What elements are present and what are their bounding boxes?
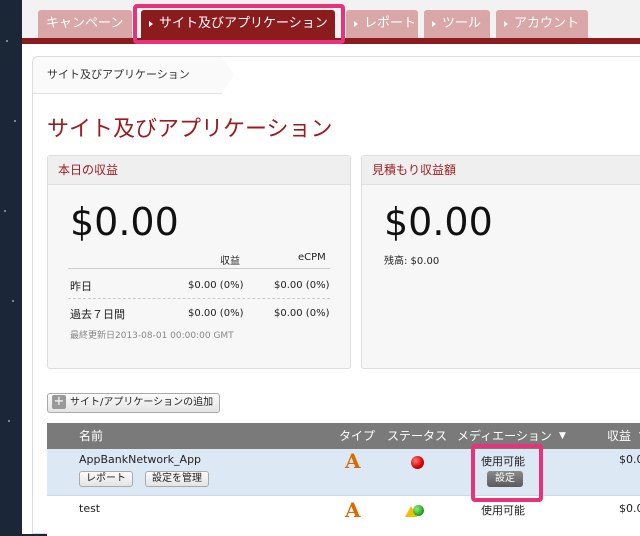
estimated-revenue-panel: 見積もり収益額 $0.00 残高: $0.00 <box>361 155 640 369</box>
row-revenue: $0.0 <box>619 502 640 515</box>
last-updated: 最終更新日2013-08-01 00:00:00 GMT <box>70 331 234 341</box>
today-revenue-panel: 本日の収益 $0.00 収益 eCPM 昨日 $0.00 (0%) $0.00 … <box>47 155 351 369</box>
tab-campaigns[interactable]: キャンペーン <box>38 10 132 38</box>
today-amount: $0.00 <box>70 200 179 244</box>
manage-settings-button[interactable]: 設定を管理 <box>145 471 209 487</box>
main-content: サイト及びアプリケーション サイト及びアプリケーション 本日の収益 $0.00 … <box>32 56 640 536</box>
last7-revenue: $0.00 (0%) <box>188 308 244 319</box>
yesterday-revenue: $0.00 (0%) <box>188 280 244 291</box>
yesterday-ecpm: $0.00 (0%) <box>274 280 330 291</box>
breadcrumb[interactable]: サイト及びアプリケーション <box>33 57 234 94</box>
tab-label: アカウント <box>514 16 580 31</box>
add-site-app-button[interactable]: + サイト/アプリケーションの追加 <box>47 393 221 413</box>
row-revenue: $0.0 <box>619 453 640 466</box>
app-type-icon: A <box>345 449 361 473</box>
tab-label: ツール <box>442 16 482 31</box>
triangle-right-icon <box>504 20 508 27</box>
table-row: test A 使用可能 $0.0 <box>47 496 640 536</box>
col-revenue[interactable]: 収益 <box>607 423 631 449</box>
tab-label: キャンペーン <box>46 16 124 31</box>
report-button[interactable]: レポート <box>79 471 133 487</box>
plus-icon: + <box>52 394 66 409</box>
triangle-right-icon <box>354 20 358 27</box>
mediation-status: 使用可能 <box>481 504 525 517</box>
panel-title: 本日の収益 <box>48 156 350 185</box>
table-header: 名前 タイプ ステータス メディエーション ▼ 収益 ▼ <box>47 423 640 449</box>
site-name[interactable]: test <box>79 502 100 515</box>
highlight-tab-sites-apps <box>133 4 345 44</box>
chevron-down-icon: ▼ <box>559 431 566 441</box>
status-green-icon <box>413 505 424 516</box>
last7-ecpm: $0.00 (0%) <box>274 308 330 319</box>
highlight-mediation <box>471 444 543 502</box>
status-red-icon <box>411 456 424 469</box>
col-header-ecpm: eCPM <box>298 252 326 263</box>
col-name[interactable]: 名前 <box>79 423 103 449</box>
col-type[interactable]: タイプ <box>339 423 375 449</box>
tab-reports[interactable]: レポート <box>346 10 418 38</box>
tab-tools[interactable]: ツール <box>424 10 490 38</box>
page: キャンペーン サイト及びアプリケーション レポート ツール アカウント サイト及… <box>22 0 640 536</box>
estimate-amount: $0.00 <box>384 200 493 244</box>
app-type-icon: A <box>345 498 361 522</box>
divider <box>68 268 330 269</box>
triangle-right-icon <box>432 20 436 27</box>
table-row: AppBankNetwork_App レポート 設定を管理 A 使用可能 設定 … <box>47 449 640 496</box>
add-button-label: サイト/アプリケーションの追加 <box>70 397 214 408</box>
panel-title: 見積もり収益額 <box>362 156 640 185</box>
site-name[interactable]: AppBankNetwork_App <box>79 453 201 466</box>
balance: 残高: $0.00 <box>384 256 440 267</box>
tab-account[interactable]: アカウント <box>496 10 588 38</box>
col-status[interactable]: ステータス <box>387 423 447 449</box>
row-label-yesterday: 昨日 <box>70 280 92 293</box>
col-header-revenue: 収益 <box>220 256 240 267</box>
tab-label: レポート <box>364 16 417 31</box>
divider <box>68 298 330 299</box>
page-title: サイト及びアプリケーション <box>47 117 333 142</box>
row-label-last7: 過去７日間 <box>70 308 125 321</box>
